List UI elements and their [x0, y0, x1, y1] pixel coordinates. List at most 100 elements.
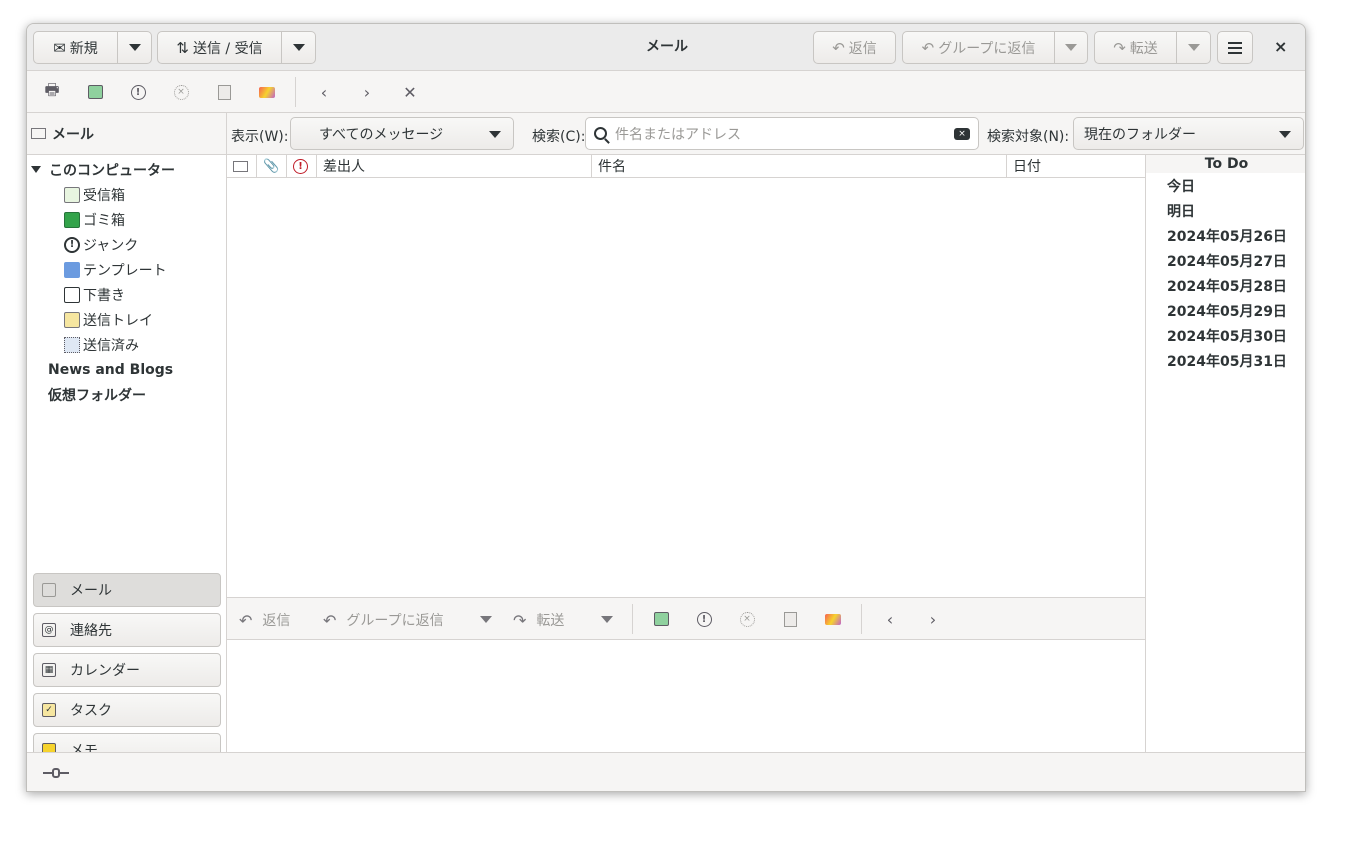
clear-icon[interactable]: ×	[954, 128, 970, 140]
reply-all-button[interactable]: ↶ グループに返信	[902, 31, 1055, 64]
chevron-down-icon[interactable]	[601, 616, 613, 623]
nav-calendar-button[interactable]: ▦ カレンダー	[33, 653, 221, 687]
new-dropdown-button[interactable]	[118, 31, 152, 64]
previous-icon[interactable]: ‹	[879, 608, 901, 630]
preview-forward-label: 転送	[536, 613, 565, 629]
folder-drafts[interactable]: 下書き	[27, 282, 226, 307]
folder-trash[interactable]: ゴミ箱	[27, 207, 226, 232]
search-bar: 表示(W): すべてのメッセージ 検索(C): 件名またはアドレス × 検索対象…	[227, 113, 1305, 155]
forward-button[interactable]: ↷ 転送	[1094, 31, 1177, 64]
contacts-icon: @	[42, 623, 56, 637]
outbox-icon	[64, 311, 80, 328]
preview-reply-label: 返信	[262, 613, 291, 629]
inbox-icon	[64, 186, 80, 203]
nav-contacts-button[interactable]: @ 連絡先	[33, 613, 221, 647]
folder-templates[interactable]: テンプレート	[27, 257, 226, 282]
nav-label: メール	[70, 583, 112, 599]
folder-label: ゴミ箱	[83, 212, 125, 229]
expander-down-icon[interactable]	[31, 166, 41, 173]
main-menu-button[interactable]	[1217, 31, 1253, 64]
todo-row[interactable]: 2024年05月26日	[1146, 223, 1305, 248]
search-scope-combo[interactable]: 現在のフォルダー	[1073, 117, 1304, 150]
delete-icon[interactable]	[84, 81, 106, 103]
mail-window: ✉ 新規 ⇅ 送信 / 受信 メール ↶ 返信 ↶ グループに返信 ↷ 転送 ×…	[26, 23, 1306, 792]
reply-all-icon: ↶	[323, 610, 337, 630]
todo-row[interactable]: 2024年05月30日	[1146, 323, 1305, 348]
archive-icon[interactable]	[779, 608, 801, 630]
folder-label: テンプレート	[83, 262, 167, 279]
new-button[interactable]: ✉ 新規	[33, 31, 118, 64]
chevron-down-icon	[1065, 44, 1077, 51]
nav-tasks-button[interactable]: ✓ タスク	[33, 693, 221, 727]
column-attachment[interactable]: 📎	[257, 155, 287, 178]
label-icon[interactable]	[822, 608, 844, 630]
delete-icon[interactable]	[650, 608, 672, 630]
folder-junk[interactable]: ! ジャンク	[27, 232, 226, 257]
send-receive-dropdown-button[interactable]	[282, 31, 316, 64]
todo-row[interactable]: 2024年05月29日	[1146, 298, 1305, 323]
column-subject[interactable]: 件名	[592, 155, 1007, 178]
todo-row[interactable]: 2024年05月31日	[1146, 348, 1305, 373]
preview-reply-all-label: グループに返信	[346, 613, 444, 629]
archive-icon[interactable]	[213, 81, 235, 103]
folder-news-and-blogs[interactable]: News and Blogs	[27, 357, 226, 382]
show-label: 表示(W):	[231, 129, 289, 145]
search-placeholder: 件名またはアドレス	[615, 126, 741, 143]
show-filter-combo[interactable]: すべてのメッセージ	[290, 117, 514, 150]
column-importance[interactable]: !	[287, 155, 317, 178]
todo-row[interactable]: 2024年05月28日	[1146, 273, 1305, 298]
stop-icon[interactable]: ✕	[399, 81, 421, 103]
online-status-icon[interactable]	[43, 768, 69, 778]
label-icon[interactable]	[256, 81, 278, 103]
folder-outbox[interactable]: 送信トレイ	[27, 307, 226, 332]
reply-all-dropdown-button[interactable]	[1055, 31, 1088, 64]
chevron-down-icon	[1279, 131, 1291, 138]
message-list[interactable]: 📎 ! 差出人 件名 日付	[227, 155, 1145, 597]
forward-dropdown-button[interactable]	[1177, 31, 1211, 64]
reply-button[interactable]: ↶ 返信	[813, 31, 896, 64]
folder-root-label: このコンピューター	[49, 162, 175, 179]
folder-search-folders[interactable]: 仮想フォルダー	[27, 382, 226, 407]
search-scope-value: 現在のフォルダー	[1084, 126, 1196, 143]
folder-sent[interactable]: 送信済み	[27, 332, 226, 357]
mark-junk-icon[interactable]: !	[693, 608, 715, 630]
preview-reply-button[interactable]: ↶ 返信	[239, 610, 290, 630]
sent-icon	[64, 336, 80, 353]
chevron-down-icon[interactable]	[480, 616, 492, 623]
column-from[interactable]: 差出人	[317, 155, 592, 178]
importance-icon: !	[293, 158, 308, 174]
folder-root[interactable]: このコンピューター	[27, 157, 226, 182]
trash-icon	[64, 211, 80, 228]
search-input[interactable]: 件名またはアドレス ×	[585, 117, 979, 150]
column-date[interactable]: 日付	[1007, 155, 1145, 178]
preview-reply-all-button[interactable]: ↶ グループに返信	[323, 610, 444, 630]
nav-mail-button[interactable]: メール	[33, 573, 221, 607]
nav-label: タスク	[70, 703, 112, 719]
previous-icon[interactable]: ‹	[313, 81, 335, 103]
scope-label: 検索対象(N):	[987, 129, 1070, 145]
mail-icon	[42, 583, 56, 597]
folder-label: News and Blogs	[48, 361, 174, 378]
todo-row[interactable]: 2024年05月27日	[1146, 248, 1305, 273]
status-bar	[27, 752, 1305, 791]
send-receive-button[interactable]: ⇅ 送信 / 受信	[157, 31, 282, 64]
column-status[interactable]	[227, 155, 257, 178]
folder-inbox[interactable]: 受信箱	[27, 182, 226, 207]
todo-row[interactable]: 今日	[1146, 173, 1305, 198]
chevron-down-icon	[128, 44, 141, 51]
next-icon[interactable]: ›	[922, 608, 944, 630]
chevron-down-icon	[489, 131, 501, 138]
preview-forward-button[interactable]: ↷ 転送	[513, 610, 564, 630]
reply-icon: ↶	[832, 38, 845, 57]
print-icon[interactable]: 🖶	[41, 80, 63, 103]
junk-icon: !	[64, 236, 80, 253]
mark-not-junk-icon[interactable]: ×	[736, 608, 758, 630]
mark-junk-icon[interactable]: !	[127, 81, 149, 103]
close-window-button[interactable]: ×	[1274, 37, 1287, 56]
todo-row[interactable]: 明日	[1146, 198, 1305, 223]
mark-not-junk-icon[interactable]: ×	[170, 81, 192, 103]
next-icon[interactable]: ›	[356, 81, 378, 103]
nav-label: カレンダー	[70, 663, 140, 679]
todo-title: To Do	[1146, 155, 1305, 173]
column-subject-label: 件名	[598, 159, 626, 175]
